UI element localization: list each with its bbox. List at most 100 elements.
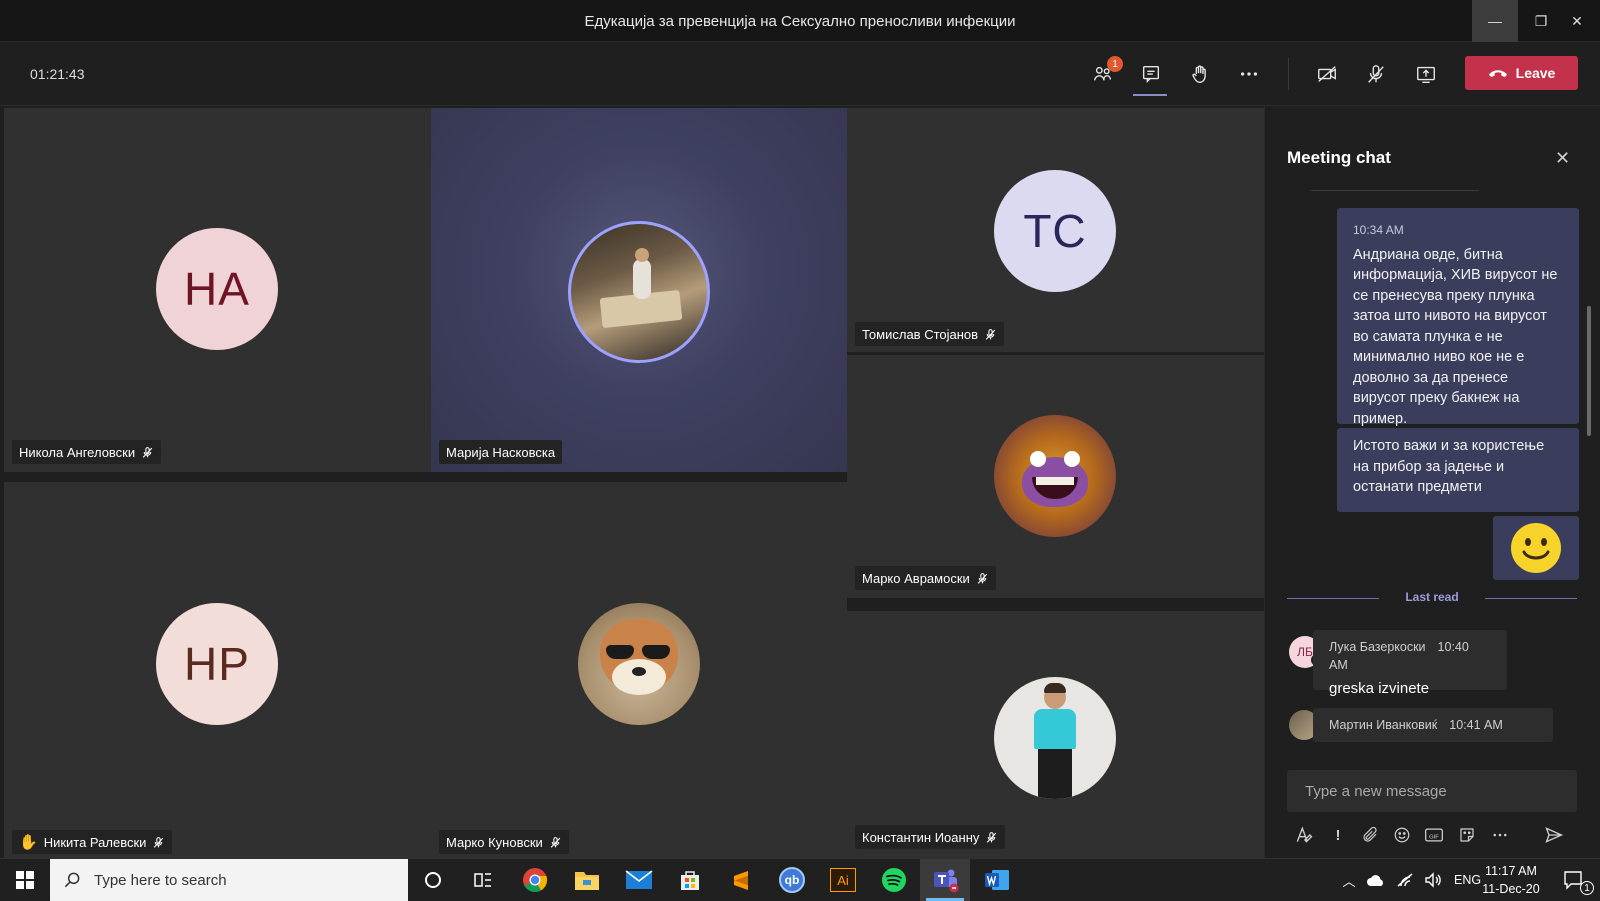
message-text: Истото важи и за користење на прибор за … — [1353, 438, 1545, 495]
last-read-label: Last read — [1405, 590, 1459, 604]
illustrator-icon: Ai — [830, 868, 856, 892]
participant-nametag: Марко Куновски — [439, 830, 569, 854]
participant-tile[interactable]: Константин Иоанну — [847, 611, 1264, 858]
mic-off-icon — [142, 446, 153, 458]
chat-message-self[interactable]: 10:34 AM Андриана овде, битна информациј… — [1337, 208, 1579, 427]
chat-scrollbar[interactable] — [1587, 306, 1591, 436]
window-title: Едукација за превенција на Сексуално пре… — [584, 13, 1016, 30]
store-icon — [681, 871, 699, 890]
qbittorrent-app[interactable]: qb — [767, 859, 817, 901]
compose-box[interactable] — [1287, 770, 1577, 812]
notification-count: 1 — [1580, 881, 1594, 895]
search-placeholder: Type here to search — [94, 871, 227, 889]
camera-toggle-button[interactable] — [1311, 58, 1343, 90]
more-icon — [1493, 833, 1507, 837]
word-app[interactable] — [972, 859, 1022, 901]
chat-button[interactable] — [1135, 58, 1167, 90]
more-actions-button[interactable] — [1233, 58, 1265, 90]
close-window-button[interactable]: ✕ — [1554, 0, 1600, 42]
participant-tile[interactable]: НА Никола Ангеловски — [4, 108, 431, 472]
participant-tile-active-speaker[interactable]: Марија Насковска — [431, 108, 847, 472]
hang-up-icon — [1488, 70, 1507, 78]
wifi-icon[interactable] — [1396, 872, 1414, 888]
sticker-icon — [1460, 828, 1474, 842]
format-button[interactable] — [1293, 824, 1315, 846]
chat-message-self[interactable]: Истото важи и за користење на прибор за … — [1337, 428, 1579, 512]
cortana-button[interactable] — [408, 859, 458, 901]
task-view-button[interactable] — [458, 859, 508, 901]
emoji-icon — [1394, 827, 1410, 843]
participants-button[interactable]: 1 — [1087, 56, 1123, 90]
chrome-app[interactable] — [510, 859, 560, 901]
close-chat-button[interactable]: ✕ — [1555, 148, 1570, 169]
photo-avatar-boy — [994, 677, 1116, 799]
chat-message-emoji[interactable] — [1493, 516, 1579, 580]
attach-button[interactable] — [1359, 824, 1381, 846]
minimize-button[interactable]: — — [1472, 0, 1518, 42]
spotify-icon — [882, 868, 906, 892]
system-clock[interactable]: 11:17 AM 11-Dec-20 — [1476, 862, 1546, 898]
participant-tile[interactable]: Марко Аврамоски — [847, 355, 1264, 598]
compose-toolbar: ! GIF — [1287, 820, 1581, 850]
hand-icon — [1192, 65, 1206, 83]
chat-title: Meeting chat — [1287, 148, 1391, 167]
cortana-icon — [425, 872, 441, 888]
mic-toggle-button[interactable] — [1360, 58, 1392, 90]
participant-tile[interactable]: TC Томислав Стојанов — [847, 108, 1264, 352]
teams-app[interactable] — [920, 859, 970, 901]
mail-app[interactable] — [614, 859, 664, 901]
raise-hand-button[interactable] — [1184, 58, 1216, 90]
participant-name: Марко Аврамоски — [862, 570, 970, 586]
sticker-button[interactable] — [1456, 824, 1478, 846]
photo-avatar-crab — [994, 415, 1116, 537]
clock-date: 11-Dec-20 — [1482, 882, 1540, 896]
mic-off-icon — [550, 836, 561, 848]
leave-button[interactable]: Leave — [1465, 56, 1578, 90]
participant-nametag: Никола Ангеловски — [12, 440, 162, 464]
raised-hand-icon: ✋ — [19, 834, 38, 851]
format-icon — [1296, 826, 1313, 843]
search-icon — [64, 872, 80, 888]
folder-icon — [575, 872, 599, 890]
file-explorer-app[interactable] — [562, 859, 612, 901]
avatar: НР — [156, 603, 278, 725]
more-options-button[interactable] — [1489, 824, 1511, 846]
message-time: 10:41 AM — [1449, 718, 1503, 732]
emoji-button[interactable] — [1391, 824, 1413, 846]
active-tab-indicator — [1133, 94, 1167, 96]
chat-icon — [1142, 65, 1160, 83]
participant-name: Марко Куновски — [446, 834, 543, 850]
chat-message[interactable]: Лука Базеркоски 10:40 AM greska izvinete — [1313, 630, 1507, 697]
share-tray-icon — [1417, 66, 1435, 83]
chat-message[interactable]: Мартин Иванковиќ 10:41 AM — [1313, 708, 1553, 742]
notification-center-button[interactable]: 1 — [1548, 859, 1600, 901]
onedrive-cloud-icon[interactable] — [1366, 873, 1386, 887]
teams-icon — [934, 869, 959, 893]
participant-tile[interactable]: Марко Куновски — [431, 482, 847, 858]
chevron-up-icon[interactable]: ︿ — [1338, 871, 1360, 890]
message-text: Андриана овде, битна информација, ХИВ ви… — [1353, 246, 1558, 427]
gif-button[interactable]: GIF — [1423, 824, 1445, 846]
paperclip-icon — [1363, 826, 1377, 842]
camera-off-icon — [1318, 66, 1336, 82]
store-app[interactable] — [665, 859, 715, 901]
mic-off-icon — [977, 572, 987, 584]
message-input[interactable] — [1287, 770, 1577, 812]
volume-icon[interactable] — [1424, 872, 1442, 888]
photo-avatar-reading — [568, 221, 710, 363]
participant-name: Марија Насковска — [446, 444, 556, 460]
mic-off-icon — [154, 836, 164, 848]
send-button[interactable] — [1543, 824, 1565, 846]
mic-off-icon — [985, 328, 996, 340]
share-screen-button[interactable] — [1410, 58, 1442, 90]
windows-logo-icon — [16, 871, 34, 889]
sublime-app[interactable] — [716, 859, 766, 901]
illustrator-app[interactable]: Ai — [818, 859, 868, 901]
participant-tile[interactable]: НР ✋ Никита Ралевски — [4, 482, 431, 858]
message-time: 10:34 AM — [1353, 223, 1404, 237]
start-button[interactable] — [0, 859, 50, 901]
title-bar: Едукација за превенција на Сексуално пре… — [0, 0, 1600, 42]
spotify-app[interactable] — [869, 859, 919, 901]
important-button[interactable]: ! — [1327, 824, 1349, 846]
taskbar-search[interactable]: Type here to search — [50, 859, 408, 901]
